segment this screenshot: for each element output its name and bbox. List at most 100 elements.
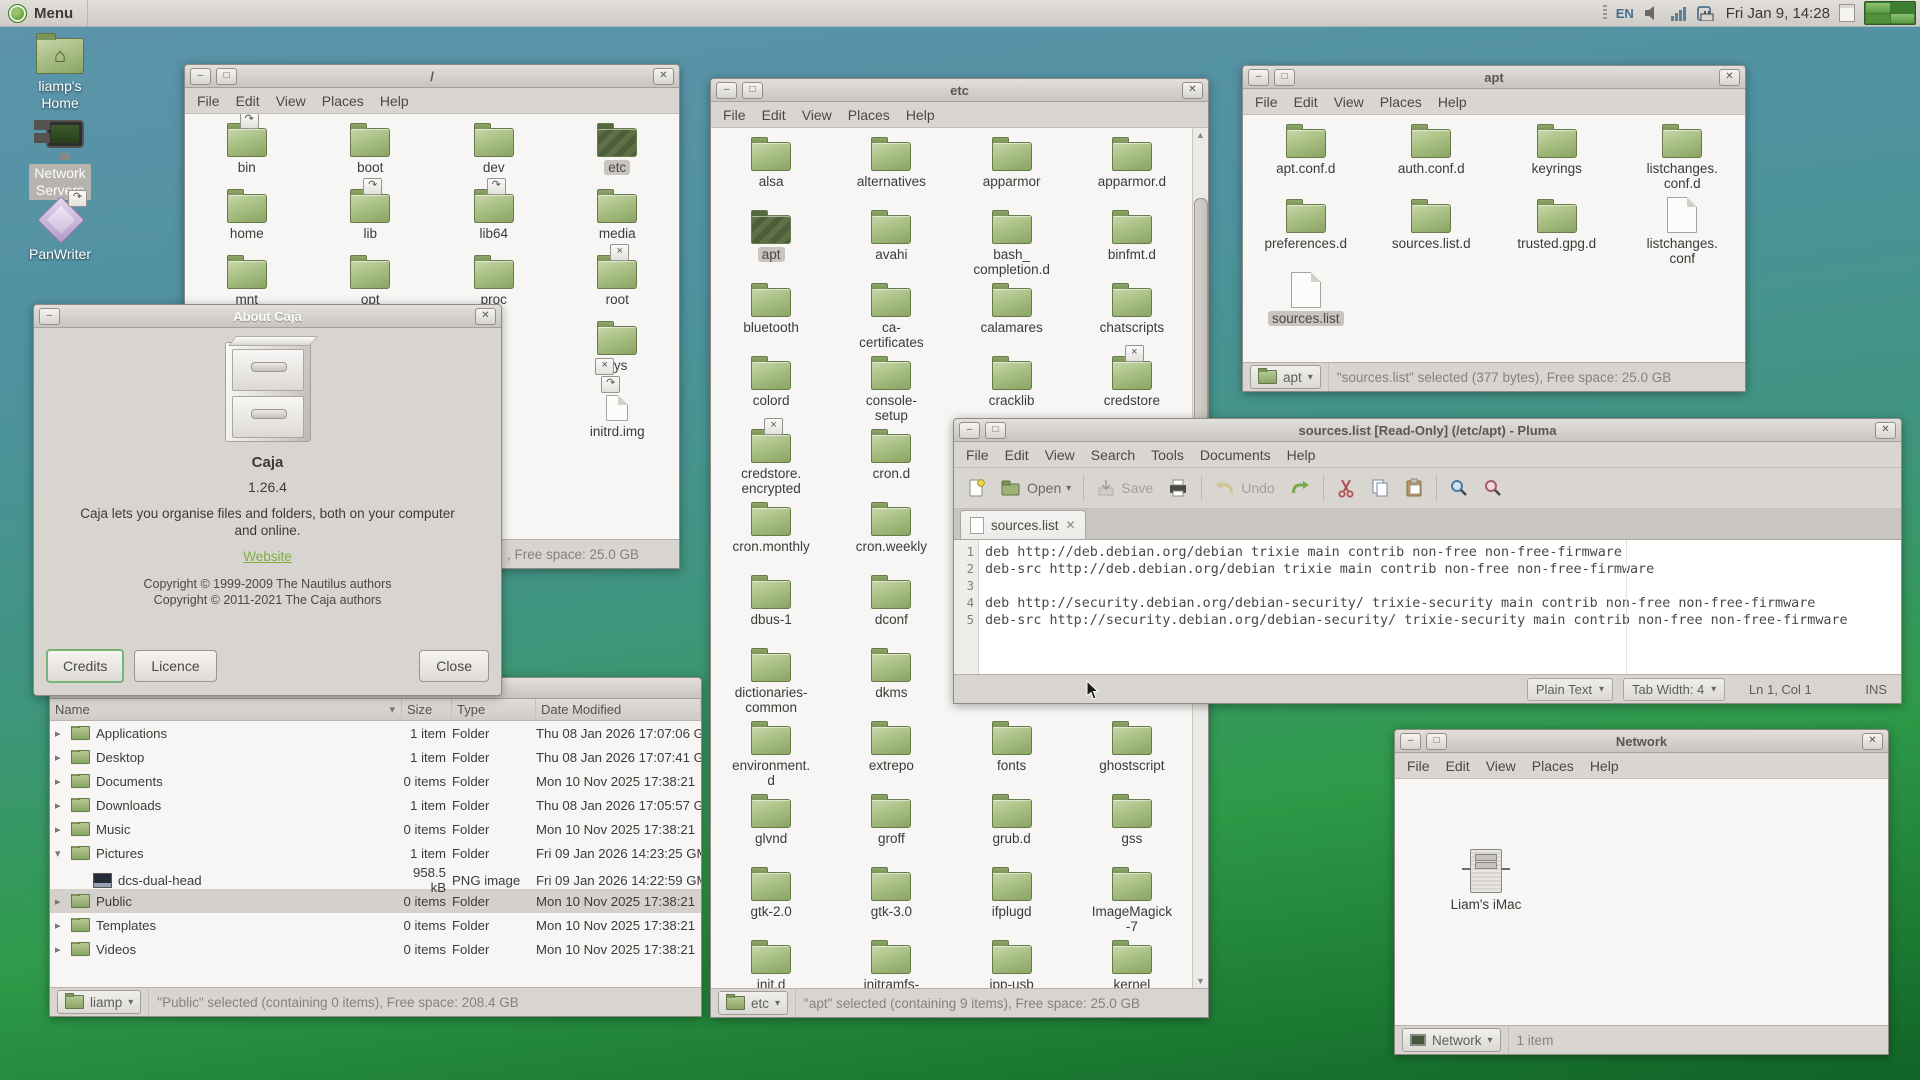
file-item-bin[interactable]: ↷bin [185,120,309,186]
file-item-apparmor-d[interactable]: apparmor.d [1072,134,1192,207]
keyboard-layout-indicator[interactable]: EN [1616,6,1634,21]
network-item-liams-imac[interactable]: Liam's iMac [1431,849,1541,912]
file-item-ifplugd[interactable]: ifplugd [952,864,1072,937]
file-item-initramfs-tools[interactable]: initramfs- tools [831,937,951,988]
file-item-kernel[interactable]: kernel [1072,937,1192,988]
menu-file[interactable]: File [1247,94,1286,110]
file-item-alsa[interactable]: alsa [711,134,831,207]
menu-tools[interactable]: Tools [1143,447,1192,463]
menu-edit[interactable]: Edit [1438,758,1478,774]
menu-help[interactable]: Help [1279,447,1324,463]
file-item-listchanges-conf-d[interactable]: listchanges. conf.d [1620,121,1746,196]
replace-button[interactable] [1477,472,1509,504]
file-item-bash_-completion-d[interactable]: bash_ completion.d [952,207,1072,280]
file-item-listchanges-conf[interactable]: listchanges. conf [1620,196,1746,271]
file-item-glvnd[interactable]: glvnd [711,791,831,864]
file-item-cracklib[interactable]: cracklib [952,353,1072,426]
scroll-down-icon[interactable]: ▼ [1193,974,1208,988]
file-item-fonts[interactable]: fonts [952,718,1072,791]
menu-view[interactable]: View [1478,758,1524,774]
file-item-sources-list-d[interactable]: sources.list.d [1369,196,1495,271]
file-item-home[interactable]: home [185,186,309,252]
redo-button[interactable] [1283,472,1317,504]
open-dropdown-arrow[interactable]: ▾ [1066,483,1071,494]
file-item-ipp-usb[interactable]: ipp-usb [952,937,1072,988]
table-row-applications[interactable]: ▸Applications1 itemFolderThu 08 Jan 2026… [50,721,701,745]
minimize-button[interactable]: – [39,308,60,325]
file-item-lib[interactable]: ↷lib [309,186,433,252]
file-item-dbus-1[interactable]: dbus-1 [711,572,831,645]
expander-icon[interactable]: ▸ [55,751,65,764]
file-item-init-d[interactable]: init.d [711,937,831,988]
credits-button[interactable]: Credits [46,649,124,683]
tab-close-icon[interactable]: ✕ [1066,518,1076,532]
desktop-icon-panwriter[interactable]: ↷ PanWriter [12,196,108,263]
minimize-button[interactable]: – [959,422,980,439]
file-item-console-setup[interactable]: console- setup [831,353,951,426]
website-link[interactable]: Website [243,549,292,564]
file-item-colord[interactable]: colord [711,353,831,426]
location-dropdown[interactable]: Network▾ [1402,1028,1501,1052]
file-item-dkms[interactable]: dkms [831,645,951,718]
minimize-button[interactable]: – [716,82,737,99]
file-item-preferences-d[interactable]: preferences.d [1243,196,1369,271]
menu-view[interactable]: View [794,107,840,123]
notes-applet-icon[interactable] [1839,4,1855,22]
tab-sources-list[interactable]: sources.list ✕ [960,510,1086,539]
network-signal-icon[interactable] [1670,6,1688,21]
file-item-credstore-encrypted[interactable]: ×credstore. encrypted [711,426,831,499]
expander-icon[interactable]: ▸ [55,775,65,788]
file-item-boot[interactable]: boot [309,120,433,186]
close-button[interactable]: ✕ [653,68,674,85]
file-item-ghostscript[interactable]: ghostscript [1072,718,1192,791]
menu-help[interactable]: Help [372,93,417,109]
menu-view[interactable]: View [1037,447,1083,463]
menu-search[interactable]: Search [1083,447,1143,463]
file-item-cron-d[interactable]: cron.d [831,426,951,499]
close-button[interactable]: ✕ [1182,82,1203,99]
file-item-avahi[interactable]: avahi [831,207,951,280]
menu-help[interactable]: Help [1430,94,1475,110]
menu-file[interactable]: File [958,447,997,463]
file-item-binfmt-d[interactable]: binfmt.d [1072,207,1192,280]
column-header-date[interactable]: Date Modified [536,699,701,720]
file-item-alternatives[interactable]: alternatives [831,134,951,207]
table-row-public[interactable]: ▸Public0 itemsFolderMon 10 Nov 2025 17:3… [50,889,701,913]
new-document-button[interactable] [960,472,992,504]
file-item-root[interactable]: ×root [556,252,680,318]
expander-icon[interactable]: ▸ [55,919,65,932]
file-item-lib64[interactable]: ↷lib64 [432,186,556,252]
file-item-cron-weekly[interactable]: cron.weekly [831,499,951,572]
menu-edit[interactable]: Edit [1286,94,1326,110]
file-item-sys[interactable]: sys [556,318,680,384]
file-item-dictionaries-common[interactable]: dictionaries- common [711,645,831,718]
titlebar[interactable]: – □ / ✕ [185,65,679,88]
table-row-downloads[interactable]: ▸Downloads1 itemFolderThu 08 Jan 2026 17… [50,793,701,817]
find-button[interactable] [1443,472,1475,504]
expander-icon[interactable]: ▸ [55,943,65,956]
desktop-icon-home[interactable]: ⌂ liamp's Home [12,38,108,112]
file-item-groff[interactable]: groff [831,791,951,864]
menu-file[interactable]: File [189,93,228,109]
expander-icon[interactable]: ▸ [55,823,65,836]
menu-edit[interactable]: Edit [228,93,268,109]
column-header-type[interactable]: Type [452,699,536,720]
location-dropdown[interactable]: apt▾ [1250,365,1321,389]
file-item-grub-d[interactable]: grub.d [952,791,1072,864]
copy-button[interactable] [1364,472,1396,504]
volume-icon[interactable] [1643,5,1661,21]
cut-button[interactable] [1330,472,1362,504]
file-item-chatscripts[interactable]: chatscripts [1072,280,1192,353]
table-row-templates[interactable]: ▸Templates0 itemsFolderMon 10 Nov 2025 1… [50,913,701,937]
titlebar[interactable]: – □ etc ✕ [711,79,1208,102]
table-row-music[interactable]: ▸Music0 itemsFolderMon 10 Nov 2025 17:38… [50,817,701,841]
file-item-media[interactable]: media [556,186,680,252]
tab-width-selector[interactable]: Tab Width: 4▾ [1623,678,1725,701]
language-selector[interactable]: Plain Text▾ [1527,678,1613,701]
titlebar[interactable]: – □ sources.list [Read-Only] (/etc/apt) … [954,419,1901,442]
file-item-imagemagick-7[interactable]: ImageMagick -7 [1072,864,1192,937]
column-header-name[interactable]: Name ▾ [50,699,402,720]
menu-help[interactable]: Help [898,107,943,123]
file-item-apt-conf-d[interactable]: apt.conf.d [1243,121,1369,196]
paste-button[interactable] [1398,472,1430,504]
